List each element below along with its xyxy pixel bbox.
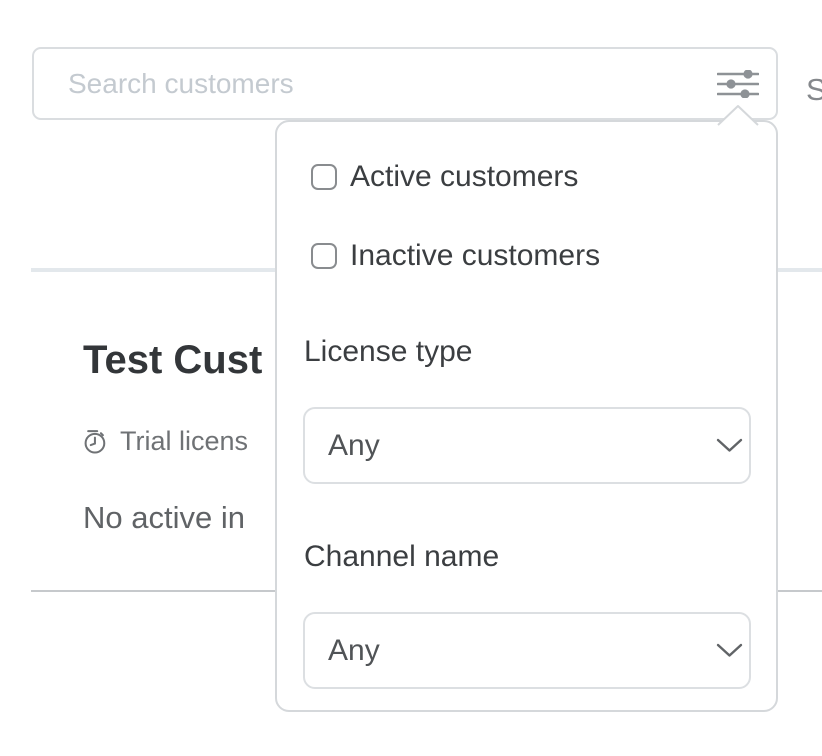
popover-caret [716,103,760,126]
filter-active-customers[interactable]: Active customers [311,160,578,194]
installations-status-text: No active in [83,500,245,536]
inactive-customers-checkbox[interactable] [311,243,337,269]
active-customers-checkbox[interactable] [311,164,337,190]
sliders-icon [717,70,759,98]
license-type-select[interactable]: Any [303,407,751,484]
filter-popover: Active customers Inactive customers Lice… [275,120,778,712]
channel-name-select[interactable]: Any [303,612,751,689]
customer-title: Test Cust [83,338,262,383]
filter-button[interactable] [717,69,759,99]
customers-screen: Test Cust Trial licens No active in [0,0,822,756]
channel-name-label: Channel name [304,540,499,574]
channel-name-value: Any [305,634,716,668]
search-input[interactable] [34,49,776,118]
timer-icon [82,428,109,455]
sort-label-partial[interactable]: S [806,72,822,108]
chevron-down-icon [716,438,743,453]
filter-inactive-customers[interactable]: Inactive customers [311,239,600,273]
license-text: Trial licens [120,426,248,457]
license-type-value: Any [305,429,716,463]
chevron-down-icon [716,643,743,658]
license-type-label: License type [304,335,472,369]
search-field [32,47,778,120]
inactive-customers-label: Inactive customers [350,239,600,273]
license-row: Trial licens [82,426,248,457]
active-customers-label: Active customers [350,160,578,194]
